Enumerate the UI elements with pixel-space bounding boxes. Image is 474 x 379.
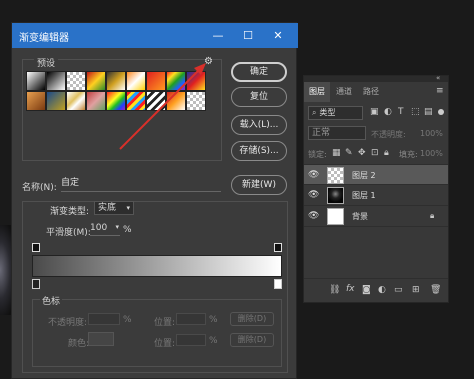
dialog-title: 渐变编辑器: [19, 33, 69, 44]
maximize-icon[interactable]: ☐: [233, 23, 263, 48]
gradient-type-value: 实底: [98, 203, 117, 213]
gradient-type-label: 渐变类型:: [50, 207, 90, 217]
artboard-icon[interactable]: ⊡: [371, 148, 379, 158]
dialog-titlebar: 渐变编辑器 — ☐ ✕: [12, 23, 298, 48]
layer-name: 图层 2: [352, 171, 376, 180]
gradient-type-select[interactable]: 实底 ▾: [94, 201, 134, 215]
lock-position-icon[interactable]: ✥: [358, 148, 366, 158]
layer-thumbnail: [327, 187, 344, 204]
eye-icon[interactable]: 👁︎: [308, 190, 319, 200]
lock-pixels-icon[interactable]: ▦: [332, 148, 341, 158]
preset-swatch[interactable]: [26, 71, 46, 91]
tab-layers[interactable]: 图层: [304, 82, 330, 102]
opacity-field: [88, 313, 120, 325]
eye-icon[interactable]: 👁︎: [308, 170, 319, 180]
lock-label: 锁定:: [308, 150, 327, 159]
smoothness-field[interactable]: 100 ▾: [90, 223, 120, 236]
link-icon[interactable]: ⛓︎: [329, 285, 340, 295]
preset-swatch[interactable]: [66, 71, 86, 91]
tab-paths[interactable]: 路径: [358, 82, 384, 102]
delete-button[interactable]: 删除(D): [230, 333, 274, 347]
gradient-preview-bar[interactable]: [32, 255, 282, 277]
layer-row[interactable]: 👁︎ 图层 1: [304, 185, 448, 206]
load-button[interactable]: 载入(L)...: [231, 115, 287, 135]
adjustment-icon[interactable]: ◐: [378, 285, 386, 295]
adjustment-filter-icon[interactable]: ◐: [384, 107, 392, 117]
opacity-value[interactable]: 100%: [420, 129, 443, 138]
location-field: [176, 334, 206, 346]
layer-name: 背景: [352, 212, 368, 221]
preset-swatch[interactable]: [26, 91, 46, 111]
panel-menu-icon[interactable]: ≡: [436, 86, 444, 96]
filter-toggle-icon[interactable]: [438, 109, 444, 115]
search-icon: ⌕: [312, 108, 317, 117]
lock-icon: 🔒︎: [430, 211, 435, 220]
opacity-label: 不透明度:: [48, 318, 88, 328]
color-stops-label: 色标: [40, 294, 63, 307]
preset-swatch[interactable]: [46, 91, 66, 111]
mask-icon[interactable]: ◙: [362, 285, 371, 295]
name-label: 名称(N):: [22, 183, 57, 193]
fx-icon[interactable]: fx: [346, 284, 355, 294]
preset-swatch[interactable]: [86, 91, 106, 111]
blend-mode-select[interactable]: 正常: [308, 126, 366, 140]
reset-button[interactable]: 复位: [231, 87, 287, 107]
presets-label: 预设: [34, 56, 59, 69]
delete-button[interactable]: 删除(D): [230, 312, 274, 326]
blend-mode-value: 正常: [312, 128, 331, 138]
annotation-arrow: [119, 63, 206, 150]
layer-row[interactable]: 👁︎ 背景 🔒︎: [304, 206, 448, 227]
minimize-icon[interactable]: —: [203, 23, 233, 48]
chevron-down-icon: ▾: [115, 223, 119, 231]
pixel-filter-icon[interactable]: ▣: [370, 107, 379, 117]
eye-icon[interactable]: 👁︎: [308, 211, 319, 221]
smart-object-filter-icon[interactable]: ▤: [424, 107, 433, 117]
group-icon[interactable]: ▭: [394, 285, 403, 295]
ok-button[interactable]: 确定: [231, 62, 287, 82]
preset-swatch[interactable]: [86, 71, 106, 91]
save-button[interactable]: 存储(S)...: [231, 141, 287, 161]
new-button[interactable]: 新建(W): [231, 175, 287, 195]
kind-filter-value: 类型: [319, 108, 336, 117]
lock-brush-icon[interactable]: ✎: [345, 148, 353, 158]
layer-thumbnail: [327, 208, 344, 225]
opacity-stop-left[interactable]: [32, 243, 40, 252]
location-label: 位置:: [154, 339, 176, 349]
location-unit: %: [209, 315, 218, 325]
fill-value[interactable]: 100%: [420, 149, 443, 158]
smoothness-unit: %: [123, 225, 132, 235]
trash-icon[interactable]: 🗑︎: [430, 285, 441, 295]
chevron-down-icon: ▾: [126, 204, 130, 212]
color-stop-left[interactable]: [32, 279, 40, 289]
layer-name: 图层 1: [352, 191, 376, 200]
opacity-stop-right[interactable]: [274, 243, 282, 252]
fill-label: 填充:: [399, 150, 418, 159]
layers-panel: « 图层 通道 路径 ≡ ⌕ 类型 ▣ ◐ T ⬚ ▤ 正常 不透明度: 100…: [303, 74, 449, 303]
color-stop-right[interactable]: [274, 279, 282, 289]
location-unit: %: [209, 336, 218, 346]
smoothness-value: 100: [90, 223, 108, 233]
collapse-icon[interactable]: «: [436, 74, 440, 82]
new-layer-icon[interactable]: ⊞: [412, 285, 420, 295]
type-filter-icon[interactable]: T: [398, 107, 404, 117]
name-field[interactable]: 自定: [61, 177, 221, 192]
location-field: [176, 313, 206, 325]
color-label: 颜色:: [68, 339, 90, 349]
shape-filter-icon[interactable]: ⬚: [411, 107, 420, 117]
kind-filter-select[interactable]: ⌕ 类型: [308, 106, 363, 120]
opacity-unit: %: [123, 315, 132, 325]
color-swatch: [88, 332, 114, 346]
tab-channels[interactable]: 通道: [331, 82, 357, 102]
lock-all-icon[interactable]: 🔒︎: [384, 148, 389, 158]
preset-swatch[interactable]: [66, 91, 86, 111]
panel-footer: ⛓︎ fx ◙ ◐ ▭ ⊞ 🗑︎: [304, 278, 448, 303]
layer-row[interactable]: 👁︎ 图层 2: [304, 164, 448, 185]
gradient-editor-dialog: 渐变编辑器 — ☐ ✕ 预设 ⚙ 确定 复位 载入(L)... 存储(S)...…: [11, 22, 298, 379]
layer-thumbnail: [327, 167, 344, 184]
preset-swatch[interactable]: [46, 71, 66, 91]
opacity-label: 不透明度:: [371, 130, 406, 139]
location-label: 位置:: [154, 318, 176, 328]
close-icon[interactable]: ✕: [263, 23, 293, 48]
smoothness-label: 平滑度(M):: [46, 228, 91, 238]
